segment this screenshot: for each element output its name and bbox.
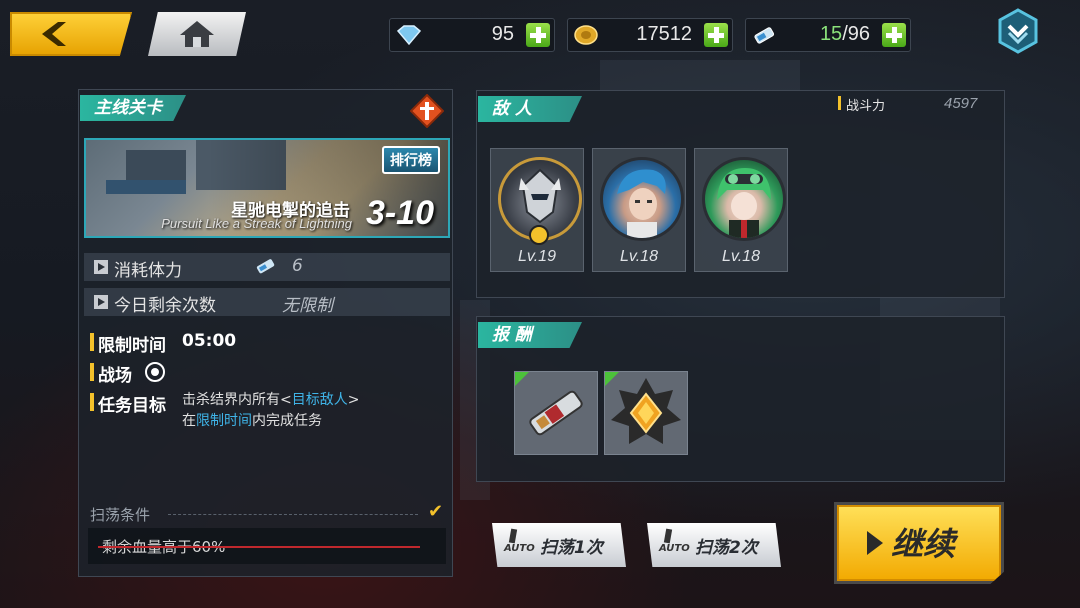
reward-section-title: 报 酬 [478, 322, 582, 348]
gold-coin-icon [574, 25, 598, 45]
ranking-button[interactable]: 排行榜 [382, 146, 440, 174]
divider [168, 514, 418, 516]
gold-bar [838, 96, 841, 110]
reward-item[interactable] [604, 371, 688, 455]
power-value: 4597 [944, 95, 978, 112]
auto-pen-icon [508, 528, 518, 544]
objective-text-part: 击杀结界内所有< [182, 392, 292, 408]
checkmark-icon: ✔ [428, 501, 444, 522]
enemy-card[interactable]: Lv.19 [490, 148, 584, 272]
daily-remaining-label: 今日剩余次数 [114, 296, 216, 316]
gold-value: 17512 [636, 23, 692, 45]
enemy-level: Lv.18 [722, 248, 760, 265]
auto-pen-icon [663, 528, 673, 544]
strike-line [98, 546, 420, 548]
home-icon [180, 21, 214, 47]
stamina-value: 15/96 [820, 23, 870, 46]
gold-bar [90, 363, 94, 381]
objective-highlight: 限制时间 [196, 413, 252, 429]
reward-item[interactable] [514, 371, 598, 455]
menu-dropdown-icon[interactable] [996, 8, 1040, 54]
stamina-resource: 15/96 [745, 18, 911, 52]
enemy-card[interactable]: Lv.18 [592, 148, 686, 272]
enemy-portrait-art [617, 169, 666, 238]
objective-text: 击杀结界内所有<目标敌人> 在限制时间内完成任务 [182, 390, 359, 432]
enemy-portrait [600, 157, 684, 241]
skull-icon [529, 225, 549, 245]
back-button[interactable] [10, 12, 132, 56]
continue-button[interactable]: 继续 [834, 502, 1004, 584]
sweep-once-button[interactable]: AUTO 扫荡1次 [492, 523, 626, 567]
enemy-portrait-art [717, 168, 771, 238]
stamina-battery-icon [754, 27, 775, 44]
time-limit-value: 05:00 [182, 331, 237, 351]
gold-bar [90, 333, 94, 351]
bg-shape [600, 60, 800, 90]
sweep-once-label: 扫荡1次 [540, 538, 603, 558]
sweep-condition-title: 扫荡条件 [90, 506, 151, 524]
play-icon [867, 531, 883, 555]
objective-text-part: 在 [182, 413, 196, 429]
enemy-level: Lv.19 [518, 248, 556, 265]
sweep-condition-box: 剩余血量高于60% [88, 528, 446, 564]
objective-line-1: 击杀结界内所有<目标敌人> [182, 390, 359, 411]
objective-line-2: 在限制时间内完成任务 [182, 411, 359, 432]
objective-text-part: > [347, 392, 360, 408]
stage-subtitle: Pursuit Like a Streak of Lightning [161, 216, 352, 231]
stamina-cost-value: 6 [292, 256, 303, 276]
stamina-cost-label: 消耗体力 [114, 261, 182, 281]
enemy-portrait [702, 157, 786, 241]
continue-label: 继续 [891, 525, 956, 563]
gems-value: 95 [491, 23, 514, 45]
arrow-icon [94, 295, 108, 309]
sweep-twice-button[interactable]: AUTO 扫荡2次 [647, 523, 781, 567]
enemy-level: Lv.18 [620, 248, 658, 265]
add-gems-button[interactable] [526, 23, 550, 47]
add-gold-button[interactable] [704, 23, 728, 47]
stage-image: 排行榜 星驰电掣的追击 Pursuit Like a Streak of Lig… [84, 138, 450, 238]
rarity-marker [605, 372, 619, 386]
auto-label: AUTO [504, 543, 535, 554]
gems-resource: 95 [389, 18, 555, 52]
objective-highlight: 目标敌人 [291, 392, 348, 408]
home-button[interactable] [148, 12, 246, 56]
rarity-marker [515, 372, 529, 386]
stamina-max: /96 [842, 23, 870, 45]
warning-icon[interactable] [410, 94, 444, 128]
objective-label: 任务目标 [98, 396, 166, 416]
enemy-section-title: 敌 人 [478, 96, 582, 122]
stage-section-title: 主线关卡 [80, 95, 186, 121]
time-limit-label: 限制时间 [98, 336, 166, 356]
battlefield-label: 战场 [98, 366, 132, 386]
sweep-twice-label: 扫荡2次 [695, 538, 758, 558]
arrow-icon [94, 260, 108, 274]
gold-resource: 17512 [567, 18, 733, 52]
back-arrow-icon [42, 22, 66, 46]
gold-bar [90, 393, 94, 411]
stage-image-crate [106, 180, 186, 194]
objective-text-part: 内完成任务 [252, 413, 322, 429]
auto-label: AUTO [659, 543, 690, 554]
eye-icon[interactable] [144, 361, 166, 383]
daily-remaining-row: 今日剩余次数 无限制 [84, 288, 450, 316]
enemy-card[interactable]: Lv.18 [694, 148, 788, 272]
gem-icon [396, 25, 422, 46]
stage-number: 3-10 [365, 194, 434, 232]
stamina-cost-row: 消耗体力 6 [84, 253, 450, 281]
daily-remaining-value: 无限制 [282, 296, 333, 316]
stamina-battery-icon [256, 259, 275, 274]
stamina-current: 15 [819, 23, 843, 45]
add-stamina-button[interactable] [882, 23, 906, 47]
power-label: 战斗力 [846, 99, 886, 114]
